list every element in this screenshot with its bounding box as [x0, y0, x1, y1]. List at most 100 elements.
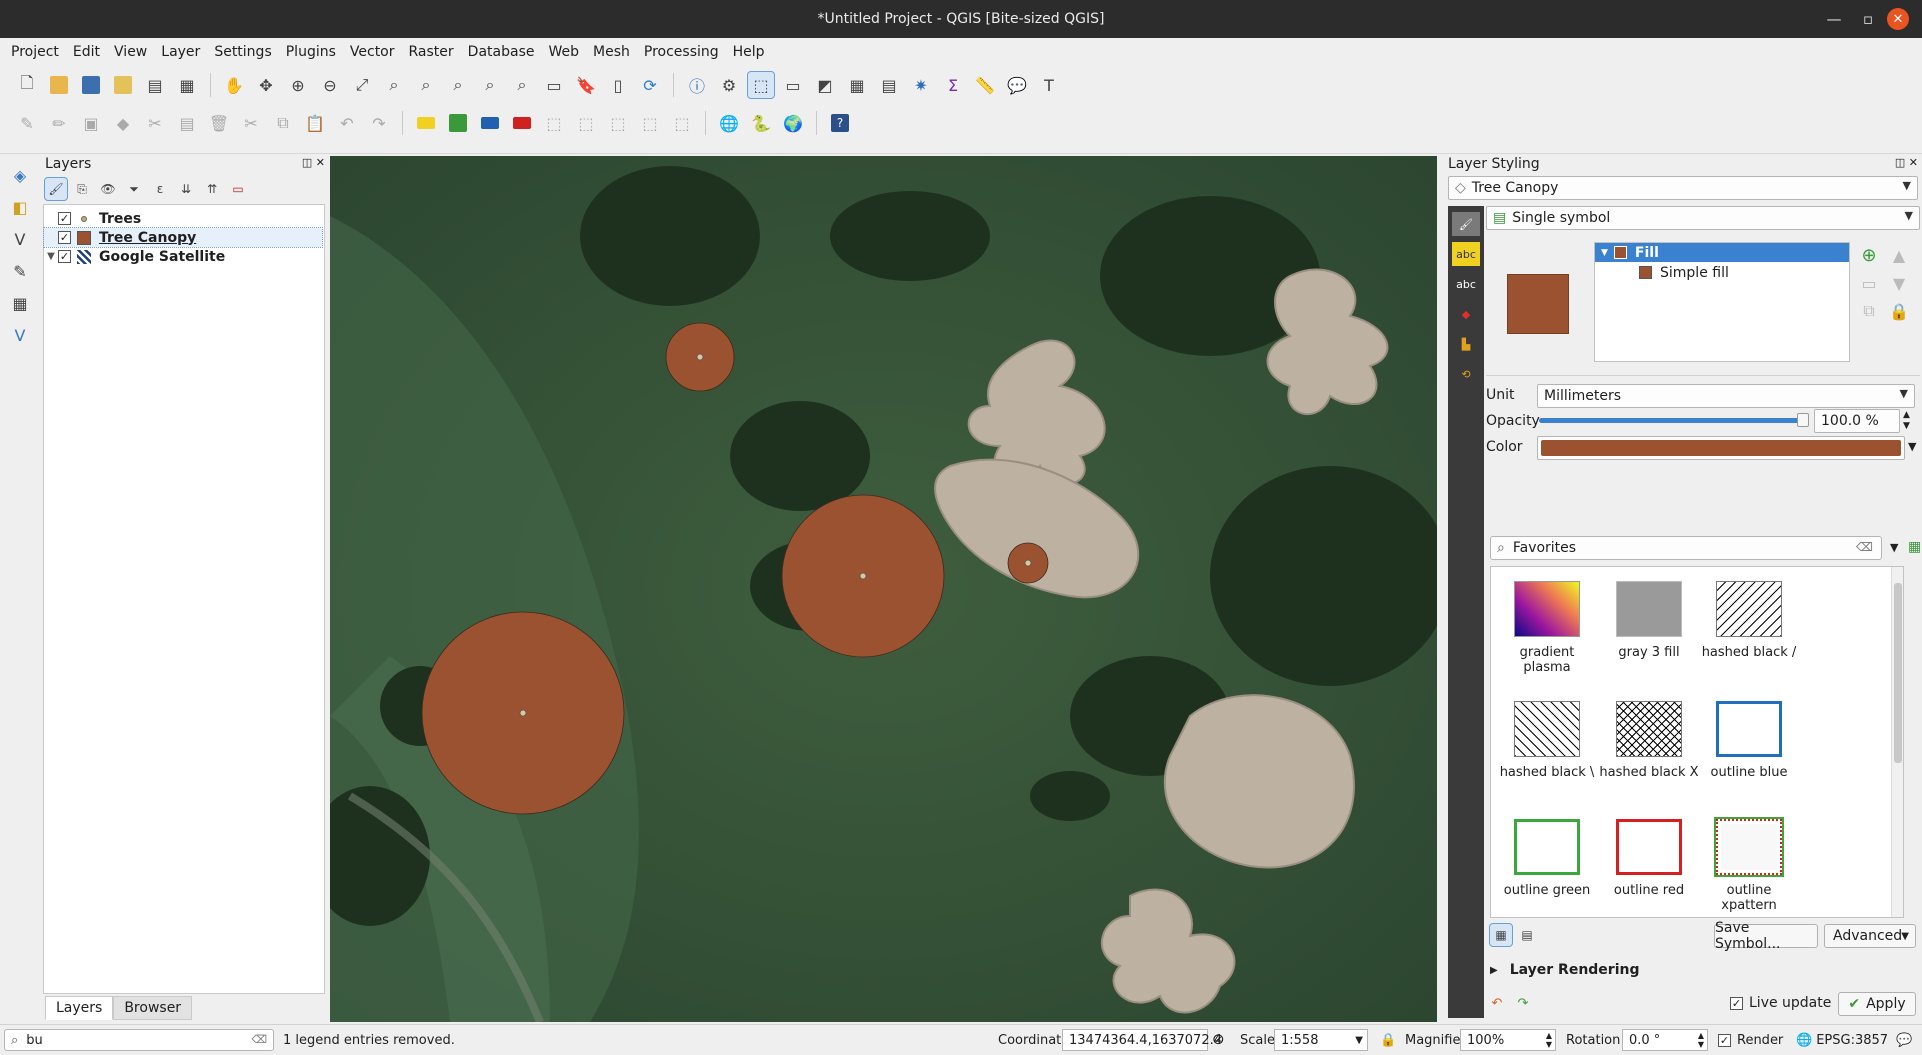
attribute-table-icon[interactable]: ▦ [844, 72, 870, 98]
favorite-symbol[interactable]: outline green [1497, 819, 1597, 898]
clear-search-icon[interactable]: ⌫ [1856, 540, 1873, 554]
scale-field[interactable]: 1:558 ▼ [1274, 1029, 1368, 1051]
data-source-manager-icon[interactable]: ◈ [7, 162, 33, 188]
zoom-native-icon[interactable]: ⌕ [445, 72, 471, 98]
labels-icon[interactable]: abc [1452, 242, 1480, 266]
tree-point[interactable] [859, 572, 867, 580]
add-layer-icon[interactable]: ◧ [7, 194, 33, 220]
move-up-icon[interactable]: ▲ [1886, 242, 1912, 268]
cut-icon[interactable]: ✂ [238, 110, 264, 136]
favorite-symbol[interactable]: outline xpattern [1699, 819, 1799, 913]
add-vector-layer-icon[interactable]: V [7, 226, 33, 252]
change-label-icon[interactable]: ⬚ [605, 110, 631, 136]
lock-scale-icon[interactable]: 🔒 [1380, 1033, 1396, 1048]
symbol-tree-simple-fill-row[interactable]: Simple fill [1639, 263, 1729, 282]
move-label-icon[interactable]: ⬚ [541, 110, 567, 136]
show-hide-labels-icon[interactable] [509, 110, 535, 136]
layer-row-google-satellite[interactable]: ▼ ✓ Google Satellite [44, 247, 322, 266]
icon-view-icon[interactable]: ▦ [1489, 923, 1513, 947]
remove-symbol-layer-icon[interactable]: ▭ [1856, 270, 1882, 296]
vertex-tool-icon[interactable]: ✂ [142, 110, 168, 136]
new-map-view-icon[interactable]: ▭ [541, 72, 567, 98]
symbol-search-input[interactable]: ⌕ Favorites ⌫ [1490, 536, 1882, 560]
refresh-icon[interactable]: ⟳ [637, 72, 663, 98]
label-tool-icon[interactable] [413, 110, 439, 136]
processing-toolbox-icon[interactable]: ✷ [908, 72, 934, 98]
favorite-symbol[interactable]: hashed black X [1599, 701, 1699, 780]
statistics-icon[interactable]: Σ [940, 72, 966, 98]
masks-icon[interactable]: abc [1452, 272, 1480, 296]
style-manager-icon[interactable]: ▦ [174, 72, 200, 98]
action-icon[interactable]: ⚙ [716, 72, 742, 98]
zoom-in-icon[interactable]: ⊕ [285, 72, 311, 98]
text-annotation-icon[interactable]: T [1036, 72, 1062, 98]
favorites-scrollbar[interactable] [1891, 567, 1903, 917]
scrollbar-thumb[interactable] [1894, 583, 1902, 763]
opacity-spinbox[interactable]: 100.0 % [1814, 409, 1900, 433]
color-menu-arrow-icon[interactable]: ▼ [1908, 440, 1916, 453]
pan-icon[interactable]: ✋ [221, 72, 247, 98]
menu-plugins[interactable]: Plugins [279, 44, 343, 60]
python-console-icon[interactable]: 🐍 [748, 110, 774, 136]
menu-processing[interactable]: Processing [637, 44, 726, 60]
redo-style-icon[interactable]: ↷ [1512, 992, 1534, 1014]
pin-labels-icon[interactable]: ⬚ [669, 110, 695, 136]
render-check[interactable]: ✓ [1718, 1034, 1731, 1047]
undo-icon[interactable]: ↶ [334, 110, 360, 136]
minimize-icon[interactable]: — [1816, 0, 1852, 38]
undo-style-icon[interactable]: ↶ [1486, 992, 1508, 1014]
opacity-slider-handle[interactable] [1797, 413, 1809, 427]
menu-project[interactable]: Project [4, 44, 66, 60]
menu-mesh[interactable]: Mesh [586, 44, 637, 60]
expand-all-icon[interactable]: ⇊ [175, 178, 197, 200]
symbology-icon[interactable]: 🖌 [1452, 212, 1480, 236]
identify-icon[interactable]: ⓘ [684, 72, 710, 98]
save-symbol-button[interactable]: Save Symbol... [1714, 920, 1818, 952]
save-as-icon[interactable] [110, 72, 136, 98]
modify-attributes-icon[interactable]: ▤ [174, 110, 200, 136]
coordinate-field[interactable]: 13474364.4,1637072.4 [1062, 1029, 1222, 1051]
toggle-extents-icon[interactable]: ⊘ [1212, 1030, 1225, 1048]
move-down-icon[interactable]: ▼ [1886, 270, 1912, 296]
color-button[interactable] [1537, 436, 1905, 460]
collapse-all-icon[interactable]: ⇈ [201, 178, 223, 200]
list-view-icon[interactable]: ▤ [1516, 924, 1538, 946]
lock-icon[interactable]: 🔒 [1886, 298, 1912, 324]
open-project-icon[interactable] [46, 72, 72, 98]
filter-expression-icon[interactable]: ε [149, 178, 171, 200]
paste-icon[interactable]: 📋 [302, 110, 328, 136]
layer-row-trees[interactable]: ✓ Trees [44, 209, 322, 228]
toggle-editing-icon[interactable]: ✏ [46, 110, 72, 136]
layer-rendering-section[interactable]: ▶ Layer Rendering [1490, 962, 1640, 978]
menu-database[interactable]: Database [461, 44, 542, 60]
rotation-field[interactable]: 0.0 ° ▲ ▼ [1622, 1029, 1708, 1051]
deselect-icon[interactable]: ◩ [812, 72, 838, 98]
zoom-last-icon[interactable]: ⌕ [477, 72, 503, 98]
map-tips-icon[interactable]: 💬 [1004, 72, 1030, 98]
menu-web[interactable]: Web [541, 44, 586, 60]
manage-visibility-icon[interactable]: 👁 [97, 178, 119, 200]
style-layer-icon[interactable]: 🖌 [44, 177, 68, 201]
magnifier-field[interactable]: 100% ▲ ▼ [1460, 1029, 1556, 1051]
filter-legend-icon[interactable]: ⏷ [123, 178, 145, 200]
panel-float-close-icon[interactable]: ◫ ✕ [1895, 156, 1918, 169]
tree-point[interactable] [519, 709, 527, 717]
favorite-symbol[interactable]: hashed black \ [1497, 701, 1597, 780]
select-by-value-icon[interactable]: ▭ [780, 72, 806, 98]
crs-button[interactable]: 🌐 EPSG:3857 [1796, 1033, 1888, 1048]
pan-to-selection-icon[interactable]: ✥ [253, 72, 279, 98]
messages-icon[interactable]: 💬 [1896, 1033, 1912, 1048]
favorite-symbol[interactable]: outline blue [1699, 701, 1799, 780]
tab-layers[interactable]: Layers [45, 996, 114, 1020]
highlight-pin-icon[interactable] [477, 110, 503, 136]
zoom-out-icon[interactable]: ⊖ [317, 72, 343, 98]
measure-icon[interactable]: 📏 [972, 72, 998, 98]
copy-icon[interactable]: ⧉ [270, 110, 296, 136]
tab-browser[interactable]: Browser [113, 996, 193, 1020]
map-canvas[interactable] [330, 156, 1437, 1022]
collapse-arrow-icon[interactable]: ▼ [1601, 248, 1608, 258]
layer-visibility-checkbox[interactable]: ✓ [58, 250, 71, 263]
symbol-tree-fill-row[interactable]: ▼ Fill [1595, 243, 1849, 262]
layer-visibility-checkbox[interactable]: ✓ [58, 231, 71, 244]
spin-arrows-icon[interactable]: ▲ ▼ [1546, 1031, 1552, 1049]
